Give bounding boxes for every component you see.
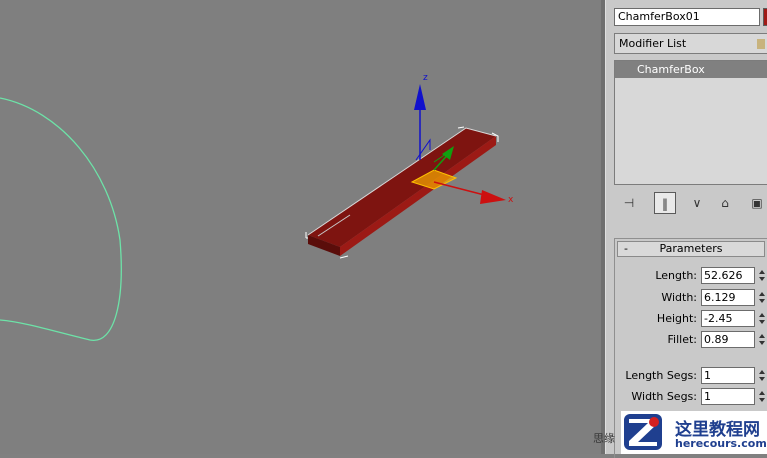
gizmo-x-arrow[interactable] <box>480 190 506 204</box>
watermark-url: herecours.com <box>675 437 767 450</box>
length-segs-input[interactable]: 1 <box>701 367 755 384</box>
collapse-icon: - <box>624 242 628 255</box>
width-input[interactable]: 6.129 <box>701 289 755 306</box>
stack-toolbar: ⊣ ‖ ∨ ⌂ ▣ <box>614 189 767 217</box>
width-segs-spinner[interactable] <box>759 389 767 404</box>
viewport-canvas: z x <box>0 73 514 341</box>
height-input[interactable]: -2.45 <box>701 310 755 327</box>
configure-modifier-sets-icon[interactable]: ▣ <box>746 192 767 214</box>
param-label: Fillet: <box>667 333 697 346</box>
axis-label-x: x <box>508 195 514 205</box>
remove-modifier-icon[interactable]: ⌂ <box>714 192 736 214</box>
param-label: Width: <box>661 291 697 304</box>
modify-command-panel: ChamferBox01 Modifier List ChamferBox ⊣ … <box>605 0 767 458</box>
fillet-spinner[interactable] <box>759 332 767 347</box>
gizmo-z-arrow[interactable] <box>414 84 426 110</box>
param-label: Width Segs: <box>631 390 697 403</box>
stack-item-chamferbox[interactable]: ChamferBox <box>615 61 767 78</box>
param-length-segs: Length Segs: 1 <box>615 367 767 385</box>
chamfer-box-object[interactable] <box>307 127 497 256</box>
param-length: Length: 52.626 <box>615 267 767 285</box>
watermark-banner: 这里教程网 herecours.com <box>621 411 767 454</box>
param-width-segs: Width Segs: 1 <box>615 388 767 406</box>
param-fillet: Fillet: 0.89 <box>615 331 767 349</box>
object-color-swatch[interactable] <box>763 8 767 26</box>
watermark-side-text: 思缘 <box>593 432 615 445</box>
show-end-result-icon[interactable]: ‖ <box>654 192 676 214</box>
modifier-list-dropdown[interactable]: Modifier List <box>614 33 767 54</box>
rollout-title: Parameters <box>659 242 723 255</box>
param-height: Height: -2.45 <box>615 310 767 328</box>
width-segs-input[interactable]: 1 <box>701 388 755 405</box>
height-spinner[interactable] <box>759 311 767 326</box>
parameters-rollout-header[interactable]: - Parameters <box>617 241 765 257</box>
modifier-list-label: Modifier List <box>619 37 687 50</box>
perspective-viewport[interactable]: z x <box>0 0 601 454</box>
param-width: Width: 6.129 <box>615 289 767 307</box>
length-segs-spinner[interactable] <box>759 368 767 383</box>
param-label: Length: <box>655 269 697 282</box>
width-spinner[interactable] <box>759 290 767 305</box>
length-input[interactable]: 52.626 <box>701 267 755 284</box>
object-name-field[interactable]: ChamferBox01 <box>614 8 760 26</box>
pin-stack-icon[interactable]: ⊣ <box>618 192 640 214</box>
watermark-logo-icon <box>624 414 662 450</box>
modifier-stack[interactable]: ChamferBox <box>614 60 767 185</box>
make-unique-icon[interactable]: ∨ <box>686 192 708 214</box>
dropdown-arrow-icon <box>757 39 765 49</box>
length-spinner[interactable] <box>759 268 767 283</box>
spline-curve[interactable] <box>0 97 122 341</box>
param-label: Length Segs: <box>625 369 697 382</box>
fillet-input[interactable]: 0.89 <box>701 331 755 348</box>
axis-label-z: z <box>423 73 428 83</box>
param-label: Height: <box>656 312 697 325</box>
